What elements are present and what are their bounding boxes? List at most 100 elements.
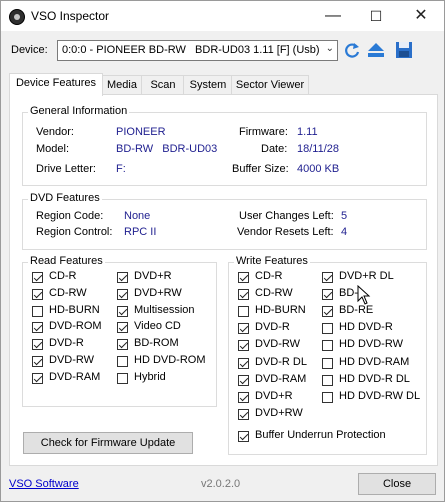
- tab-sector-viewer[interactable]: Sector Viewer: [231, 75, 309, 95]
- tab-system[interactable]: System: [183, 75, 233, 95]
- write-feature-checkbox[interactable]: [322, 357, 333, 369]
- read-feature-checkbox[interactable]: [117, 272, 128, 283]
- write-feature-checkbox[interactable]: [238, 323, 249, 335]
- read-feature-label: DVD-R: [49, 337, 84, 350]
- vendor-label: Vendor:: [36, 126, 74, 138]
- general-info-group: General Information Vendor: PIONEER Mode…: [22, 105, 427, 186]
- write-feature-checkbox[interactable]: [322, 306, 333, 318]
- close-window-button[interactable]: ✕: [398, 1, 444, 31]
- read-feature-label: DVD-RW: [49, 354, 95, 366]
- read-features-title: Read Features: [28, 255, 105, 267]
- vendor-resets-label: Vendor Resets Left:: [237, 226, 334, 238]
- read-feature-label: BD-ROM: [134, 337, 179, 350]
- vso-software-link[interactable]: VSO Software: [9, 478, 79, 490]
- dvd-features-group: DVD Features Region Code: None Region Co…: [22, 192, 427, 250]
- read-feature-checkbox[interactable]: [32, 322, 43, 334]
- read-feature-label: CD-R: [49, 270, 77, 282]
- drive-letter-label: Drive Letter:: [36, 163, 96, 175]
- read-features-group: Read Features CD-R CD-RW HD-BURN DVD-ROM DVD…: [22, 255, 217, 407]
- tab-media[interactable]: Media: [101, 75, 143, 95]
- write-feature-checkbox[interactable]: [238, 306, 249, 318]
- read-feature-checkbox[interactable]: [117, 372, 128, 384]
- write-feature-checkbox[interactable]: [238, 357, 249, 369]
- tab-device-features[interactable]: Device Features: [9, 73, 103, 96]
- date-label: Date:: [261, 143, 288, 155]
- write-feature-label: HD-BURN: [255, 304, 306, 317]
- write-feature-checkbox[interactable]: [322, 289, 333, 301]
- read-feature-checkbox[interactable]: [117, 322, 128, 334]
- vendor-value: PIONEER: [116, 126, 166, 138]
- write-features-title: Write Features: [234, 255, 310, 267]
- eject-icon[interactable]: [367, 41, 385, 59]
- write-feature-label: CD-R: [255, 270, 283, 282]
- read-feature-checkbox[interactable]: [117, 305, 128, 317]
- read-feature-label: DVD-RAM: [49, 370, 101, 383]
- chevron-down-icon: ⌄: [325, 43, 334, 54]
- drive-letter-value: F:: [116, 163, 126, 175]
- app-window: VSO Inspector — ☐ ✕ Device: 0:0:0 - PION…: [0, 0, 445, 502]
- device-label: Device:: [11, 44, 48, 56]
- read-feature-label: HD-BURN: [49, 303, 100, 316]
- write-feature-label: HD DVD-RW DL: [339, 389, 421, 402]
- write-feature-checkbox[interactable]: [238, 340, 249, 352]
- read-feature-checkbox[interactable]: [32, 372, 43, 384]
- region-control-value: RPC II: [124, 226, 157, 238]
- write-feature-label: DVD-RW: [255, 338, 301, 351]
- read-feature-checkbox[interactable]: [32, 272, 43, 283]
- firmware-label: Firmware:: [239, 126, 288, 138]
- write-feature-checkbox[interactable]: [322, 272, 333, 283]
- read-feature-checkbox[interactable]: [117, 288, 128, 300]
- read-feature-checkbox[interactable]: [32, 305, 43, 317]
- read-feature-label: DVD+RW: [134, 286, 182, 299]
- window-title: VSO Inspector: [31, 9, 110, 23]
- read-feature-checkbox[interactable]: [117, 356, 128, 367]
- write-feature-label: DVD-R: [255, 321, 290, 334]
- write-feature-checkbox[interactable]: [238, 374, 249, 386]
- write-feature-checkbox[interactable]: [322, 340, 333, 352]
- version-label: v2.0.2.0: [201, 478, 241, 490]
- save-icon[interactable]: [395, 41, 413, 59]
- tab-scan[interactable]: Scan: [141, 75, 185, 95]
- read-feature-label: CD-RW: [49, 286, 87, 299]
- write-feature-label: HD DVD-RAM: [339, 355, 410, 368]
- maximize-button[interactable]: ☐: [353, 1, 399, 31]
- device-select[interactable]: 0:0:0 - PIONEER BD-RW BDR-UD03 1.11 [F] …: [57, 40, 338, 61]
- write-feature-label: DVD+R DL: [339, 270, 394, 282]
- write-feature-checkbox[interactable]: [238, 272, 249, 283]
- write-feature-checkbox[interactable]: [322, 374, 333, 386]
- close-button[interactable]: Close: [358, 473, 436, 495]
- read-feature-checkbox[interactable]: [32, 339, 43, 351]
- region-code-label: Region Code:: [36, 210, 104, 222]
- write-feature-label: DVD+RW: [255, 406, 303, 419]
- read-feature-label: DVD-ROM: [49, 320, 102, 333]
- minimize-button[interactable]: —: [310, 1, 356, 31]
- refresh-icon[interactable]: [343, 41, 361, 59]
- write-feature-label: DVD-R DL: [255, 355, 307, 368]
- buffer-underrun-label: Buffer Underrun Protection: [255, 429, 386, 441]
- write-feature-checkbox[interactable]: [322, 391, 333, 403]
- read-feature-label: HD DVD-ROM: [134, 354, 206, 366]
- general-info-title: General Information: [28, 105, 130, 117]
- read-feature-checkbox[interactable]: [32, 356, 43, 367]
- region-code-value: None: [124, 210, 151, 222]
- write-feature-checkbox[interactable]: [238, 408, 249, 420]
- write-feature-checkbox[interactable]: [238, 391, 249, 403]
- write-feature-checkbox[interactable]: [322, 323, 333, 335]
- buffer-underrun-checkbox[interactable]: [238, 431, 249, 442]
- region-control-label: Region Control:: [36, 226, 113, 238]
- check-firmware-update-button[interactable]: Check for Firmware Update: [23, 432, 193, 454]
- title-bar: VSO Inspector — ☐ ✕: [1, 1, 444, 31]
- write-feature-checkbox[interactable]: [238, 289, 249, 301]
- write-feature-label: HD DVD-R DL: [339, 372, 410, 385]
- vendor-resets-value: 4: [341, 226, 348, 238]
- model-label: Model:: [36, 143, 70, 155]
- user-changes-label: User Changes Left:: [239, 210, 334, 222]
- buffer-size-label: Buffer Size:: [232, 163, 289, 175]
- read-feature-label: DVD+R: [134, 270, 172, 282]
- model-value: BD-RW BDR-UD03: [116, 143, 218, 155]
- write-feature-label: DVD+R: [255, 389, 293, 402]
- device-features-panel: General Information Vendor: PIONEER Mode…: [9, 94, 438, 466]
- write-feature-label: HD DVD-RW: [339, 338, 403, 351]
- read-feature-checkbox[interactable]: [32, 288, 43, 300]
- read-feature-checkbox[interactable]: [117, 339, 128, 351]
